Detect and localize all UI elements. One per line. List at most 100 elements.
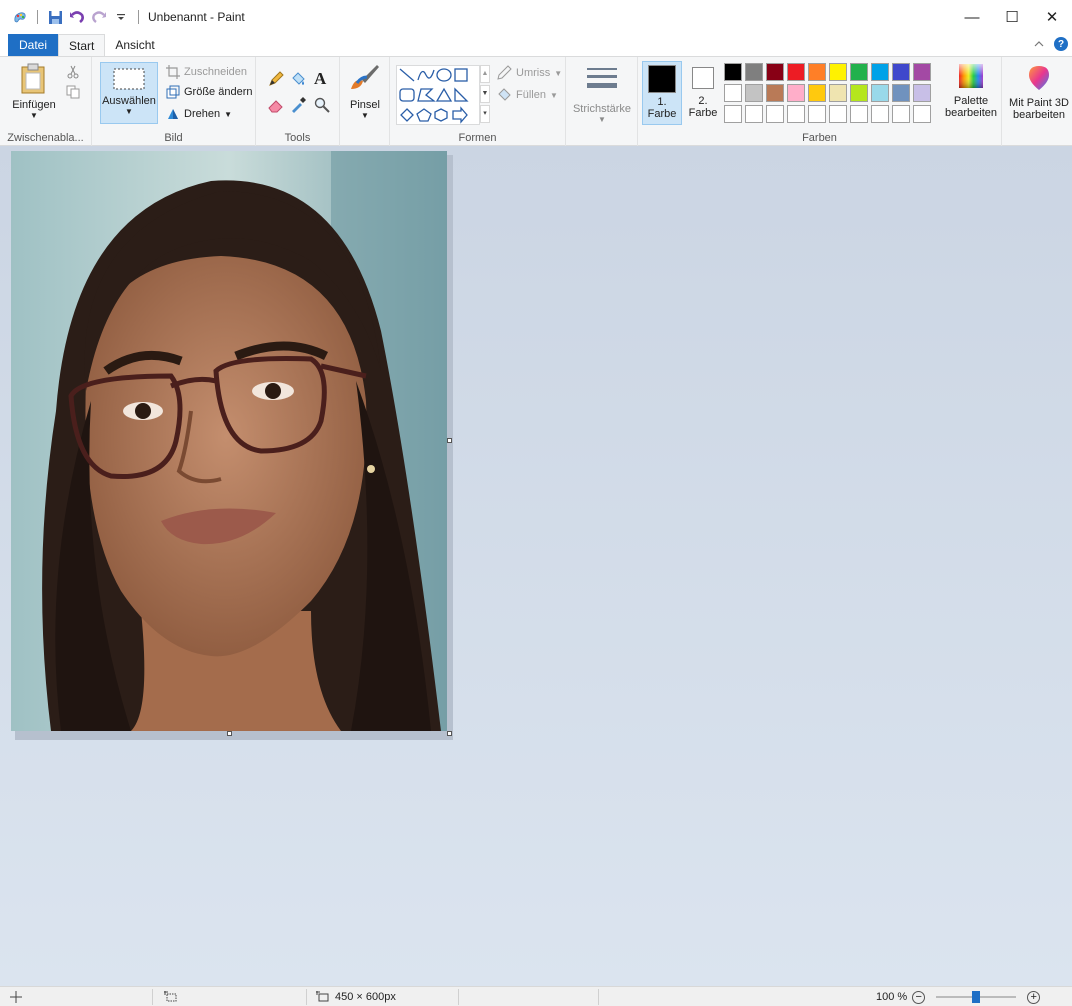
color-swatch[interactable] [745, 105, 763, 123]
undo-icon[interactable] [69, 9, 85, 25]
color-swatch[interactable] [871, 63, 889, 81]
fill-shape-button[interactable]: Füllen ▼ [496, 87, 558, 103]
eraser-button[interactable] [268, 97, 284, 113]
color-swatch[interactable] [787, 84, 805, 102]
image-size-text: 450 × 600px [335, 991, 396, 1003]
tab-start[interactable]: Start [58, 34, 106, 56]
color1-label: Farbe [647, 108, 677, 120]
color-swatch[interactable] [766, 84, 784, 102]
color2-label: Farbe [688, 107, 718, 119]
color-swatch[interactable] [850, 84, 868, 102]
palette-rainbow-icon [959, 64, 983, 88]
separator [458, 989, 459, 1005]
brush-button[interactable]: Pinsel ▼ [343, 63, 387, 120]
scroll-up-icon[interactable]: ▲ [480, 65, 490, 83]
color-swatch[interactable] [913, 63, 931, 81]
color-swatch[interactable] [745, 63, 763, 81]
tab-view[interactable]: Ansicht [105, 34, 164, 56]
color-swatch[interactable] [850, 105, 868, 123]
collapse-ribbon-icon[interactable] [1034, 37, 1044, 51]
color2-button[interactable]: 2. Farbe [686, 61, 720, 125]
edit-palette-button[interactable]: Palette bearbeiten [944, 63, 998, 119]
select-button[interactable]: Auswählen ▼ [100, 62, 158, 124]
color-swatch[interactable] [913, 105, 931, 123]
separator [37, 10, 38, 24]
canvas-resize-handle-corner[interactable] [447, 731, 452, 736]
paste-button[interactable]: Einfügen ▼ [6, 63, 62, 120]
shapes-gallery[interactable] [396, 65, 480, 125]
minimize-button[interactable]: — [952, 0, 992, 34]
quick-access-toolbar [0, 9, 142, 25]
color-swatch[interactable] [724, 84, 742, 102]
zoom-level: 100 % [876, 991, 908, 1003]
maximize-button[interactable]: ☐ [992, 0, 1032, 34]
color-swatch[interactable] [829, 105, 847, 123]
canvas-workspace[interactable] [0, 146, 1072, 986]
window-controls: — ☐ ✕ [952, 0, 1072, 34]
paint3d-button[interactable]: Mit Paint 3D bearbeiten [1006, 65, 1072, 121]
magnifier-button[interactable] [314, 97, 330, 113]
edit-palette-label-1: Palette [953, 95, 989, 107]
magnifier-icon [314, 97, 330, 113]
rotate-button[interactable]: Drehen ▼ [166, 107, 232, 121]
color-swatch[interactable] [892, 105, 910, 123]
pencil-button[interactable] [268, 71, 284, 87]
rotate-label: Drehen [184, 108, 221, 120]
color-swatch[interactable] [787, 105, 805, 123]
color-swatch[interactable] [913, 84, 931, 102]
crop-button[interactable]: Zuschneiden [166, 65, 247, 79]
redo-icon[interactable] [91, 9, 107, 25]
image-size-icon [316, 991, 329, 1002]
stroke-size-button[interactable]: Strichstärke ▼ [568, 65, 636, 124]
color-swatch[interactable] [724, 63, 742, 81]
zoom-slider[interactable] [936, 991, 1017, 1003]
clipboard-icon [21, 63, 45, 94]
tab-file[interactable]: Datei [8, 34, 59, 56]
color-swatch[interactable] [724, 105, 742, 123]
zoom-in-icon[interactable]: + [1027, 990, 1041, 1004]
group-colors: 1. Farbe 2. Farbe Palette bearbeiten Far… [638, 57, 1002, 146]
paint-app-icon[interactable] [12, 9, 28, 25]
color2-swatch [692, 67, 714, 89]
color-swatch[interactable] [766, 105, 784, 123]
outline-button[interactable]: Umriss ▼ [496, 65, 562, 81]
image-size: 450 × 600px [316, 987, 396, 1006]
color-picker-button[interactable] [290, 97, 306, 113]
color-swatch[interactable] [850, 63, 868, 81]
fill-button[interactable] [290, 71, 306, 87]
color-swatch[interactable] [787, 63, 805, 81]
color1-button[interactable]: 1. Farbe [642, 61, 682, 125]
save-icon[interactable] [47, 9, 63, 25]
canvas-resize-handle-right[interactable] [447, 438, 452, 443]
color-swatch[interactable] [766, 63, 784, 81]
shapes-scroll[interactable]: ▲ ▼ ▾ [480, 65, 490, 125]
color-swatch[interactable] [892, 63, 910, 81]
color-swatch[interactable] [871, 84, 889, 102]
color-swatch[interactable] [871, 105, 889, 123]
drawing-canvas[interactable] [11, 151, 447, 731]
copy-button[interactable] [66, 85, 80, 99]
color-swatch[interactable] [808, 105, 826, 123]
paint-bucket-icon [292, 72, 305, 85]
brush-label: Pinsel [350, 99, 380, 111]
edit-palette-label-2: bearbeiten [945, 107, 997, 119]
close-button[interactable]: ✕ [1032, 0, 1072, 34]
scroll-down-icon[interactable]: ▼ [480, 85, 490, 103]
expand-gallery-icon[interactable]: ▾ [480, 105, 490, 123]
customize-qat-icon[interactable] [113, 9, 129, 25]
group-label-tools: Tools [284, 132, 311, 144]
color-swatch[interactable] [892, 84, 910, 102]
resize-button[interactable]: Größe ändern [166, 85, 252, 99]
canvas-resize-handle-bottom[interactable] [227, 731, 232, 736]
cut-button[interactable] [66, 65, 80, 79]
zoom-slider-thumb[interactable] [972, 991, 981, 1003]
color-swatch[interactable] [829, 84, 847, 102]
color-swatch[interactable] [829, 63, 847, 81]
text-button[interactable]: A [314, 69, 326, 89]
help-icon[interactable]: ? [1054, 37, 1068, 51]
color-swatch[interactable] [745, 84, 763, 102]
color-swatch[interactable] [808, 84, 826, 102]
zoom-out-icon[interactable]: − [912, 990, 926, 1004]
window-title: Unbenannt - Paint [148, 10, 245, 24]
color-swatch[interactable] [808, 63, 826, 81]
